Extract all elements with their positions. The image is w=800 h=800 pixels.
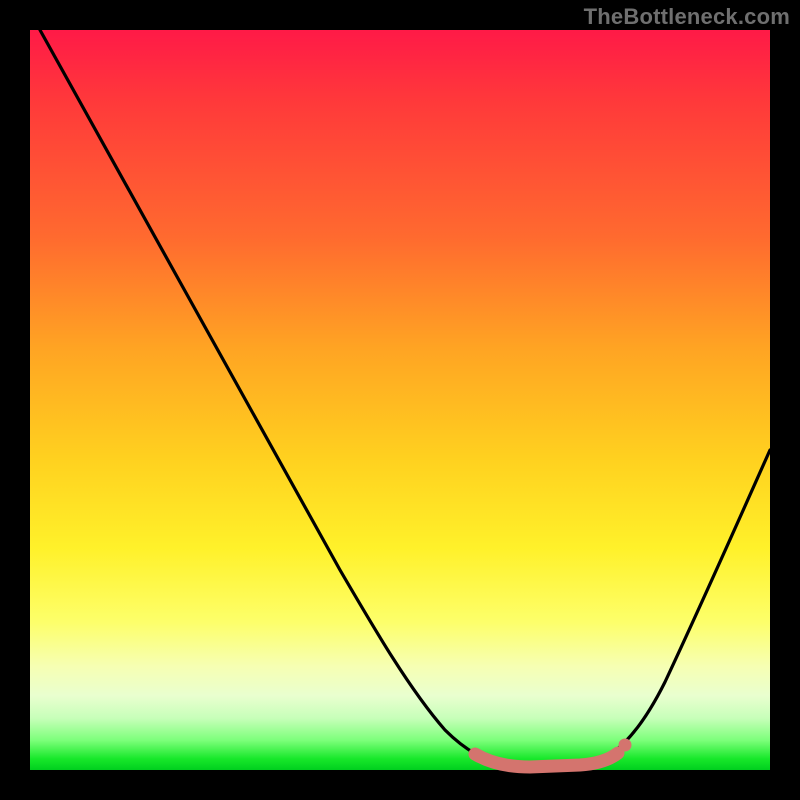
plot-area: [30, 30, 770, 770]
chart-frame: TheBottleneck.com: [0, 0, 800, 800]
watermark-text: TheBottleneck.com: [584, 4, 790, 30]
optimum-end-dot: [619, 739, 632, 752]
bottleneck-curve: [40, 30, 770, 765]
optimum-band: [475, 753, 618, 767]
curve-svg: [30, 30, 770, 770]
